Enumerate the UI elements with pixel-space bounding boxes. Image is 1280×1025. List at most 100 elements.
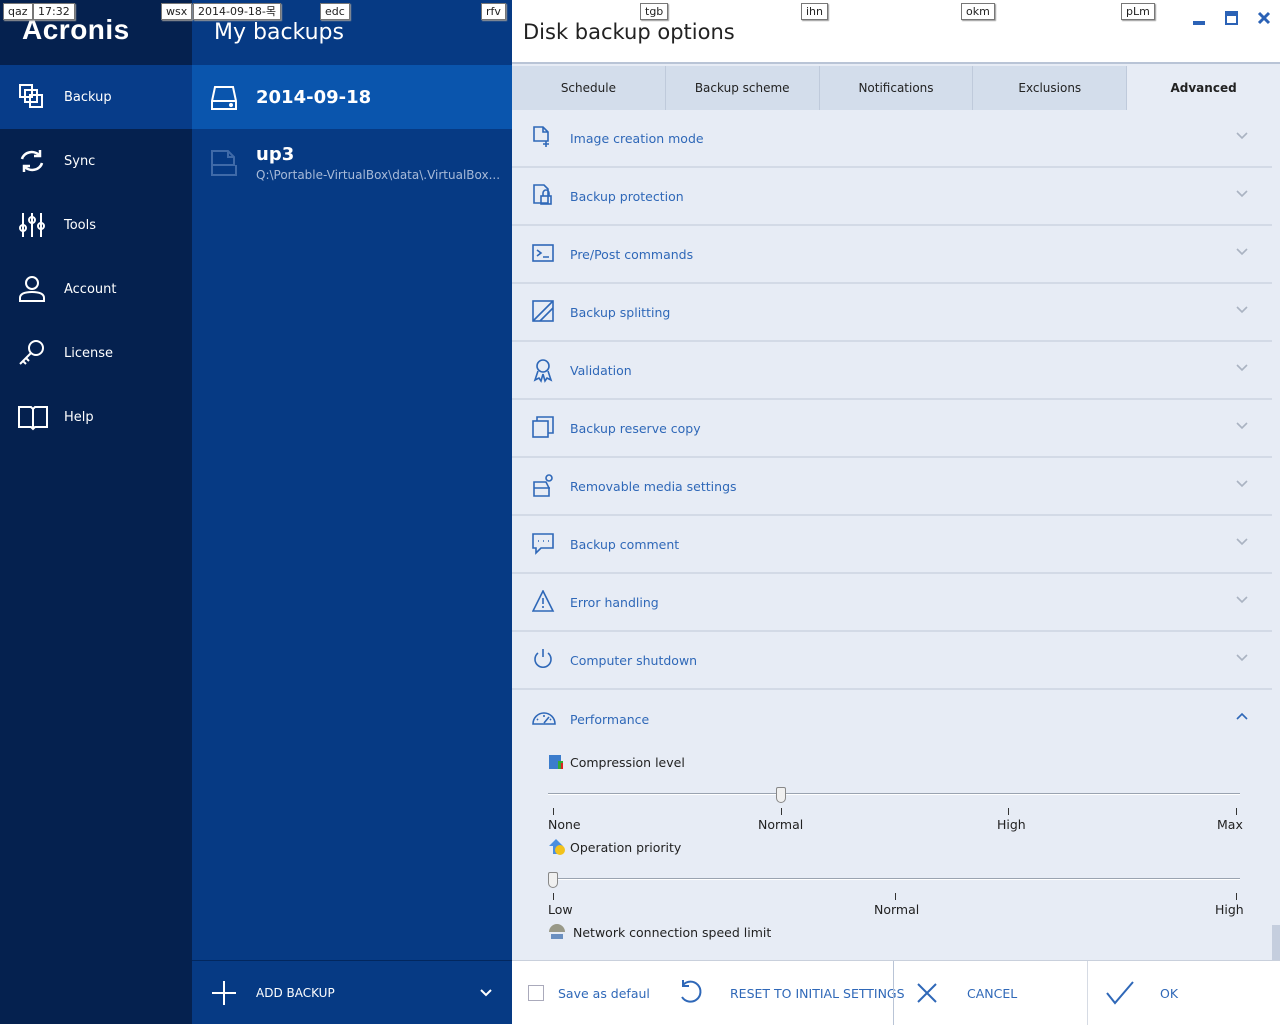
book-icon (18, 406, 48, 431)
backup-icon (19, 84, 43, 108)
add-backup-button[interactable]: ADD BACKUP (192, 960, 512, 1024)
backup-name: up3 (256, 144, 295, 165)
section-icon (532, 590, 555, 612)
tick-label: Normal (874, 902, 920, 917)
key-hint: edc (320, 3, 350, 20)
sidebar-item-label: Account (64, 281, 117, 297)
file-disk-icon (211, 150, 237, 176)
section-performance[interactable]: Performance (512, 690, 1272, 748)
section-label: Backup comment (570, 536, 680, 552)
key-hint: tgb (640, 3, 669, 20)
sidebar-item-help[interactable]: Help (0, 385, 192, 449)
chevron-down-icon[interactable] (1236, 654, 1248, 662)
sidebar-item-label: License (64, 345, 114, 361)
chevron-down-icon[interactable] (1236, 248, 1248, 256)
compression-icon (548, 754, 564, 773)
section-icon (532, 300, 554, 322)
close-button[interactable] (1257, 10, 1271, 29)
key-hint: wsx (161, 3, 193, 20)
tab-advanced[interactable]: Advanced (1127, 66, 1280, 110)
sidebar-item-license[interactable]: License (0, 321, 192, 385)
section-icon (533, 359, 553, 383)
tab-notifications[interactable]: Notifications (819, 66, 974, 110)
reset-icon[interactable] (677, 979, 705, 1007)
panel-title: My backups (214, 20, 344, 45)
chevron-down-icon[interactable] (1236, 190, 1248, 198)
section-icon (532, 416, 554, 438)
section-image-creation-mode[interactable]: Image creation mode (512, 110, 1272, 168)
compression-slider[interactable] (548, 793, 1240, 795)
section-removable-media-settings[interactable]: Removable media settings (512, 458, 1272, 516)
priority-slider[interactable] (548, 878, 1240, 880)
sidebar-item-sync[interactable]: Sync (0, 129, 192, 193)
minimize-button[interactable] (1192, 10, 1206, 29)
compression-label: Compression level (570, 755, 685, 770)
section-computer-shutdown[interactable]: Computer shutdown (512, 632, 1272, 690)
sidebar-item-label: Tools (64, 217, 97, 233)
section-label: Performance (570, 711, 650, 727)
sidebar-item-account[interactable]: Account (0, 257, 192, 321)
chevron-down-icon[interactable] (1236, 364, 1248, 372)
backup-name: 2014-09-18 (256, 87, 372, 108)
section-backup-protection[interactable]: Backup protection (512, 168, 1272, 226)
ok-button[interactable]: OK (1160, 986, 1178, 1001)
chevron-down-icon[interactable] (1236, 422, 1248, 430)
plus-icon (212, 981, 236, 1005)
dialog-footer: Save as defaul RESET TO INITIAL SETTINGS… (512, 960, 1280, 1025)
section-label: Computer shutdown (570, 652, 698, 668)
section-backup-reserve-copy[interactable]: Backup reserve copy (512, 400, 1272, 458)
sidebar-item-tools[interactable]: Tools (0, 193, 192, 257)
tab-exclusions[interactable]: Exclusions (973, 66, 1128, 110)
scrollbar-thumb[interactable] (1272, 925, 1280, 960)
tab-schedule[interactable]: Schedule (512, 66, 666, 110)
chevron-down-icon[interactable] (1236, 596, 1248, 604)
tab-bar: Schedule Backup scheme Notifications Exc… (512, 66, 1280, 110)
priority-label: Operation priority (570, 840, 682, 855)
chevron-down-icon[interactable] (1236, 132, 1248, 140)
save-default-label[interactable]: Save as defaul (558, 986, 650, 1001)
chevron-down-icon[interactable] (480, 989, 492, 997)
network-icon (548, 923, 566, 944)
section-label: Removable media settings (570, 478, 737, 494)
check-icon[interactable] (1106, 981, 1134, 1005)
section-icon (532, 712, 556, 725)
tab-backup-scheme[interactable]: Backup scheme (665, 66, 820, 110)
disk-icon (211, 86, 237, 110)
priority-slider-thumb[interactable] (548, 872, 558, 888)
chevron-down-icon[interactable] (1236, 306, 1248, 314)
key-hint: qaz (3, 3, 33, 20)
section-backup-comment[interactable]: Backup comment (512, 516, 1272, 574)
section-label: Backup protection (570, 188, 684, 204)
key-hint: 17:32 (33, 3, 75, 20)
section-error-handling[interactable]: Error handling (512, 574, 1272, 632)
add-backup-label: ADD BACKUP (256, 986, 335, 1000)
close-icon[interactable] (917, 983, 937, 1003)
tick-label: Normal (758, 817, 804, 832)
sidebar-item-backup[interactable]: Backup (0, 65, 192, 129)
chevron-down-icon[interactable] (1236, 480, 1248, 488)
key-hint: rfv (481, 3, 506, 20)
reset-button[interactable]: RESET TO INITIAL SETTINGS (730, 986, 905, 1001)
section-pre-post-commands[interactable]: Pre/Post commands (512, 226, 1272, 284)
cancel-button[interactable]: CANCEL (967, 986, 1017, 1001)
scrollbar[interactable] (1272, 110, 1280, 960)
chevron-down-icon[interactable] (1236, 538, 1248, 546)
section-validation[interactable]: Validation (512, 342, 1272, 400)
section-label: Image creation mode (570, 130, 704, 146)
maximize-button[interactable] (1225, 10, 1239, 29)
tick-label: High (1215, 902, 1244, 917)
section-label: Pre/Post commands (570, 246, 694, 262)
backup-item[interactable]: up3 Q:\Portable-VirtualBox\data\.Virtual… (192, 129, 512, 193)
section-icon (533, 474, 553, 497)
section-label: Backup splitting (570, 304, 671, 320)
priority-icon (548, 838, 566, 859)
section-backup-splitting[interactable]: Backup splitting (512, 284, 1272, 342)
sidebar-item-label: Help (64, 409, 94, 425)
backup-item[interactable]: 2014-09-18 (192, 65, 512, 129)
compression-slider-thumb[interactable] (776, 787, 786, 803)
chevron-up-icon[interactable] (1236, 712, 1248, 720)
save-default-checkbox[interactable] (528, 985, 544, 1001)
tick-label: Low (548, 902, 573, 917)
sync-icon (20, 150, 44, 172)
key-hint: 2014-09-18-목 (193, 3, 282, 20)
